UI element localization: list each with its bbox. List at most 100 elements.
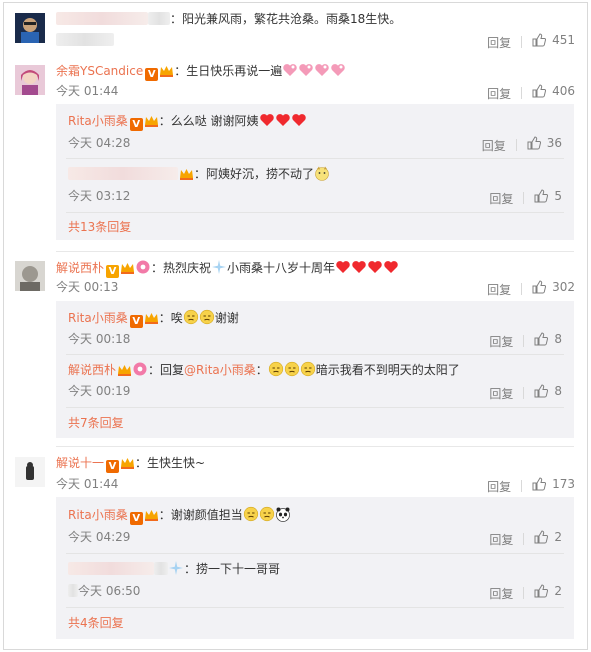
like-button[interactable]: 8 [534, 331, 562, 347]
reply-button[interactable]: 回复 [489, 191, 513, 207]
username-link[interactable]: 解说十一 [56, 456, 104, 470]
reply-line: ：捞一下十一哥哥 [68, 560, 280, 576]
sweat-face-emoji-icon [268, 361, 284, 377]
reply-time: 今天 06:50 [68, 583, 140, 599]
reply-line: Rita小雨桑 V ：么么哒 谢谢阿姨 [68, 112, 307, 131]
reply-time: 今天 04:28 [68, 136, 131, 150]
red-heart-emoji-icon [275, 112, 291, 128]
like-button[interactable]: 8 [534, 383, 562, 399]
reply-button[interactable]: 回复 [489, 586, 513, 602]
reply-button[interactable]: 回复 [487, 479, 511, 495]
reply-box: Rita小雨桑 V ：唉 谢谢 今天 00:18 回复 8 解说西朴 ：回复@Rita小雨… [56, 301, 574, 438]
comment-text: ：阳光兼风雨，繁花共沧桑。雨桑18生快。 [170, 12, 402, 26]
avatar[interactable] [15, 65, 45, 95]
crown-badge-icon [180, 169, 193, 180]
reply-box: Rita小雨桑 V ：谢谢颜值担当 今天 04:29 回复 2 ：捞一下十一哥哥 今天… [56, 497, 574, 639]
comment-text-2: 小雨桑十八岁十周年 [227, 261, 336, 275]
sweat-face-emoji-icon [243, 506, 259, 522]
divider [66, 553, 564, 554]
mention-link[interactable]: @Rita小雨桑 [184, 363, 256, 377]
comment-item: 余霜YSCandice V ：生日快乐再说一遍 今天 01:44 回复 406 Rit… [4, 55, 587, 245]
reply-text: ：谢谢颜值担当 [158, 508, 243, 522]
sweat-face-emoji-icon [183, 309, 199, 325]
reply-button[interactable]: 回复 [487, 86, 511, 102]
like-count: 8 [554, 384, 562, 398]
reply-actions: 回复 5 [489, 188, 562, 207]
thumbs-up-icon [532, 280, 547, 294]
reply-button[interactable]: 回复 [489, 334, 513, 350]
crown-badge-icon [121, 458, 135, 469]
reply-text: ：回复 [148, 363, 185, 377]
reply-text: ：捞一下十一哥哥 [184, 562, 281, 576]
thumbs-up-icon [534, 332, 549, 346]
reply-line: Rita小雨桑 V ：唉 谢谢 [68, 309, 239, 328]
like-button[interactable]: 451 [532, 32, 575, 48]
divider [66, 212, 564, 213]
crown-badge-icon [118, 365, 132, 376]
more-replies-link[interactable]: 共4条回复 [68, 615, 124, 631]
comment-time [56, 32, 114, 48]
like-button[interactable]: 2 [534, 583, 562, 599]
divider [521, 283, 523, 295]
red-heart-emoji-icon [383, 259, 399, 275]
verified-badge: V [129, 512, 143, 525]
crown-badge-icon [144, 510, 158, 521]
sparkle-emoji-icon [168, 560, 184, 576]
username-link[interactable]: 解说西朴 [68, 363, 116, 377]
comment-actions: 回复 302 [487, 279, 575, 298]
reply-button[interactable]: 回复 [482, 138, 506, 154]
reply-line: ：阿姨好沉，捞不动了 [68, 165, 330, 181]
verified-badge: V [129, 315, 143, 328]
like-button[interactable]: 173 [532, 476, 575, 492]
username-link[interactable]: Rita小雨桑 [68, 508, 128, 522]
crown-badge-icon [144, 313, 158, 324]
avatar[interactable] [15, 457, 45, 487]
reply-actions: 回复 8 [489, 383, 562, 402]
like-button[interactable]: 2 [534, 529, 562, 545]
comment-time: 今天 01:44 [56, 477, 119, 491]
comment-actions: 回复 451 [487, 32, 575, 51]
more-replies-link[interactable]: 共7条回复 [68, 415, 124, 431]
like-button[interactable]: 302 [532, 279, 575, 295]
red-heart-emoji-icon [291, 112, 307, 128]
sweat-face-emoji-icon [284, 361, 300, 377]
avatar[interactable] [15, 13, 45, 43]
like-button[interactable]: 36 [527, 135, 562, 151]
verified-badge: V [106, 460, 120, 473]
thumbs-up-icon [534, 584, 549, 598]
doge-emoji-icon [314, 165, 330, 181]
comment-text: ：热烈庆祝 [151, 261, 212, 275]
like-button[interactable]: 5 [534, 188, 562, 204]
reply-button[interactable]: 回复 [487, 35, 511, 51]
reply-button[interactable]: 回复 [489, 532, 513, 548]
heart-emoji-icon [282, 62, 298, 78]
comment-list: ：阳光兼风雨，繁花共沧桑。雨桑18生快。 回复 451 余霜YSCandice V ：… [3, 2, 588, 650]
blurred-time [68, 584, 78, 597]
red-heart-emoji-icon [259, 112, 275, 128]
reply-line: Rita小雨桑 V ：谢谢颜值担当 [68, 506, 291, 525]
more-replies-link[interactable]: 共13条回复 [68, 219, 131, 235]
comment-item: ：阳光兼风雨，繁花共沧桑。雨桑18生快。 回复 451 [4, 3, 587, 55]
thumbs-up-icon [532, 33, 547, 47]
like-button[interactable]: 406 [532, 83, 575, 99]
heart-emoji-icon [298, 62, 314, 78]
reply-actions: 回复 8 [489, 331, 562, 350]
divider [521, 480, 523, 492]
username-link[interactable]: Rita小雨桑 [68, 114, 128, 128]
sparkle-emoji-icon [211, 259, 227, 275]
username-link[interactable]: 余霜YSCandice [56, 64, 143, 78]
username-link[interactable]: 解说西朴 [56, 261, 104, 275]
sweat-face-emoji-icon [259, 506, 275, 522]
reply-text: ：么么哒 谢谢阿姨 [158, 114, 259, 128]
username-link[interactable]: Rita小雨桑 [68, 311, 128, 325]
comment-line: 解说十一 V ：生快生快~ [56, 455, 205, 473]
thumbs-up-icon [527, 136, 541, 150]
like-count: 173 [552, 477, 575, 491]
avatar[interactable] [15, 261, 45, 291]
like-count: 36 [546, 136, 562, 150]
reply-button[interactable]: 回复 [489, 386, 513, 402]
like-count: 2 [554, 584, 562, 598]
comment-item: 解说十一 V ：生快生快~ 今天 01:44 回复 173 Rita小雨桑 V ：谢谢颜值… [4, 447, 587, 649]
reply-button[interactable]: 回复 [487, 282, 511, 298]
reply-actions: 回复 2 [489, 529, 562, 548]
